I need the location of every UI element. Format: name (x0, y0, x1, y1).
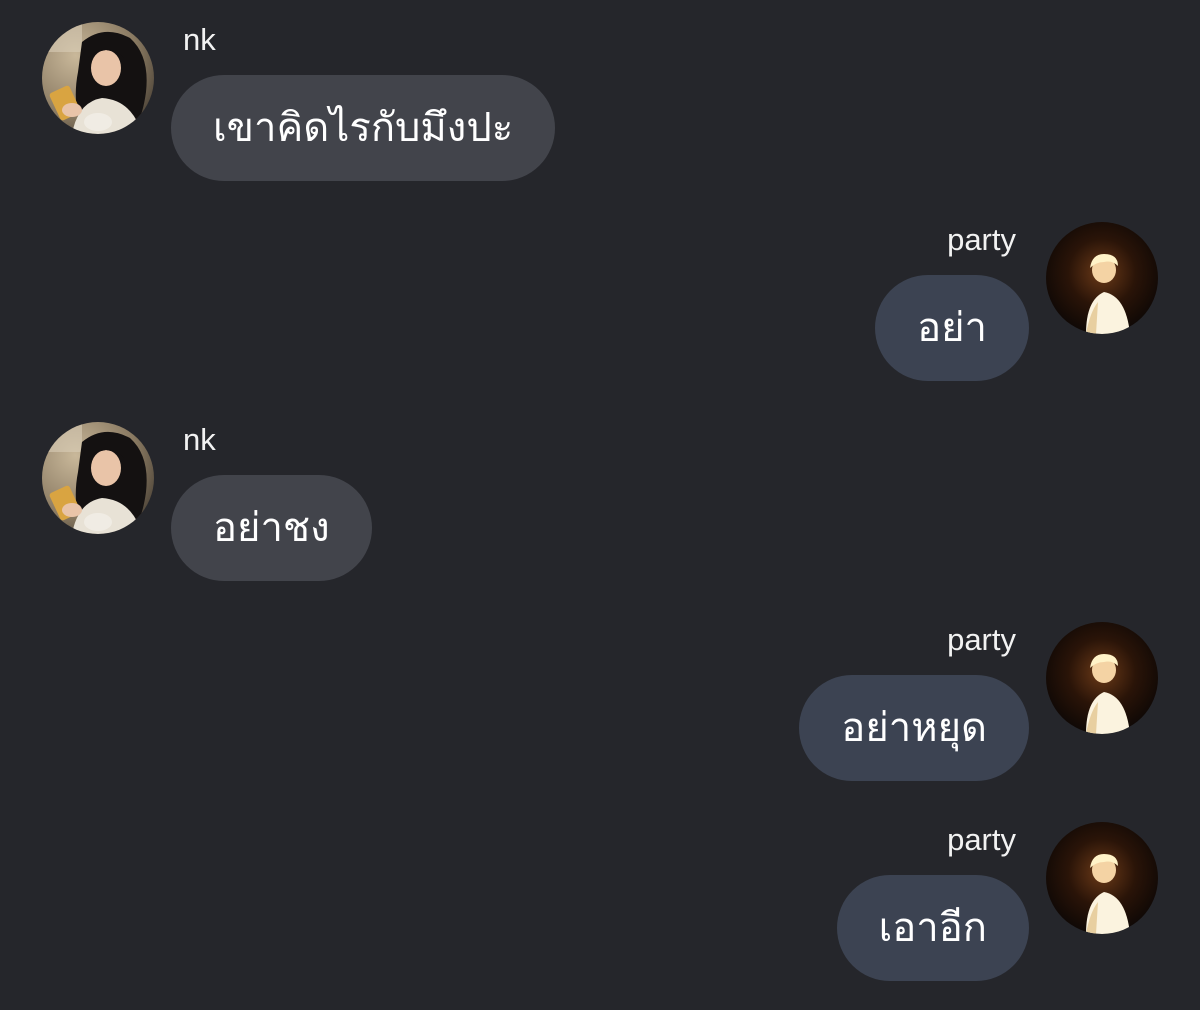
sender-name: party (947, 222, 1016, 257)
message-bubble-outgoing[interactable]: อย่าหยุด (799, 675, 1029, 781)
avatar-party[interactable] (1046, 822, 1158, 934)
avatar-nk[interactable] (42, 422, 154, 534)
profile-photo-icon (42, 22, 154, 134)
profile-photo-icon (1046, 622, 1158, 734)
avatar-nk[interactable] (42, 22, 154, 134)
avatar-party[interactable] (1046, 222, 1158, 334)
sender-name: party (947, 822, 1016, 857)
profile-photo-icon (1046, 822, 1158, 934)
profile-photo-icon (42, 422, 154, 534)
profile-photo-icon (1046, 222, 1158, 334)
sender-name: nk (183, 422, 216, 457)
message-bubble-outgoing[interactable]: เอาอีก (836, 875, 1029, 981)
message-bubble-outgoing[interactable]: อย่า (875, 275, 1029, 381)
message-bubble-incoming[interactable]: อย่าชง (171, 475, 372, 581)
avatar-party[interactable] (1046, 622, 1158, 734)
message-bubble-incoming[interactable]: เขาคิดไรกับมึงปะ (171, 75, 556, 181)
sender-name: party (947, 622, 1016, 657)
sender-name: nk (183, 22, 216, 57)
